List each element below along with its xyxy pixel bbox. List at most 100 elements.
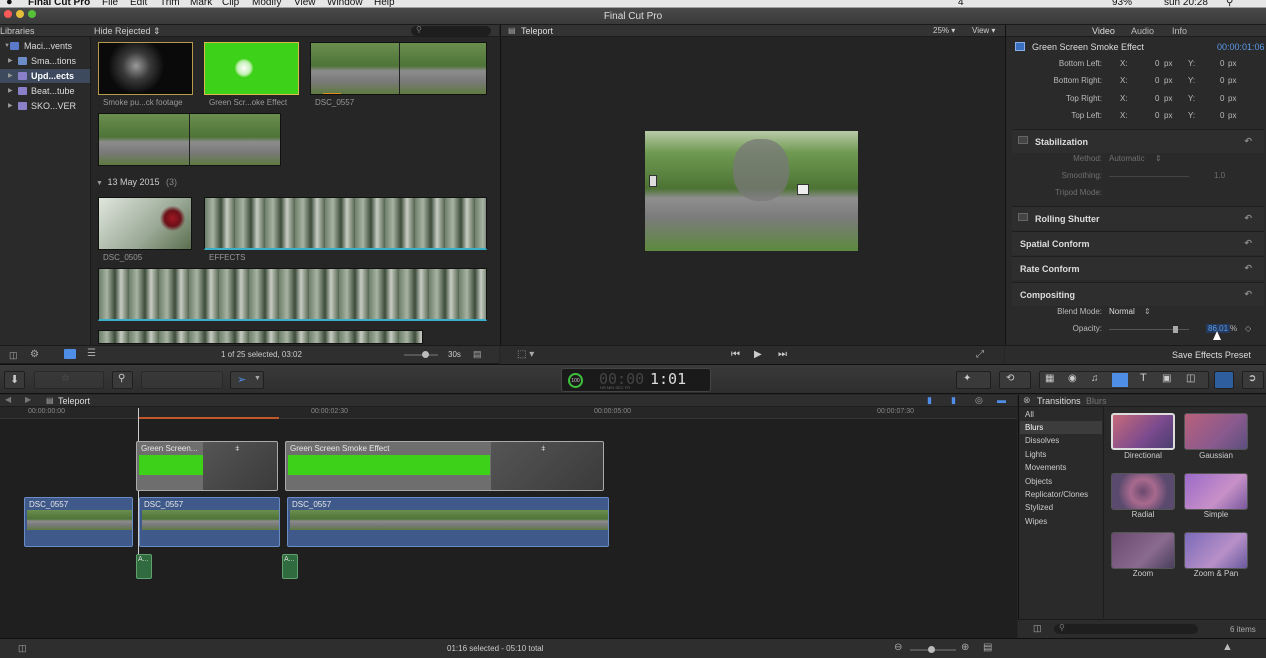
menu-window[interactable]: Window xyxy=(327,0,363,7)
sidebar-toggle-icon[interactable]: ◫ xyxy=(9,350,18,361)
transform-icon[interactable]: ⬚ ▾ xyxy=(517,349,534,360)
tab-info[interactable]: Info xyxy=(1172,26,1187,36)
view-popup[interactable]: View ▾ xyxy=(972,26,995,35)
duration-label[interactable]: 30s xyxy=(448,350,461,359)
filmstrip-settings-icon[interactable]: ▤ xyxy=(473,349,482,360)
menu-help[interactable]: Help xyxy=(374,0,395,7)
blend-mode-value[interactable]: Normal xyxy=(1109,307,1135,316)
clip-skimming-icon[interactable]: ▮ xyxy=(927,395,932,406)
event-item-selected[interactable]: ▶ Upd...ects xyxy=(0,69,90,83)
date-group-header[interactable]: ▼ 13 May 2015 (3) xyxy=(96,177,177,187)
category-movements[interactable]: Movements xyxy=(1020,461,1102,474)
inspector-toggle-button[interactable] xyxy=(1214,371,1234,389)
category-dissolves[interactable]: Dissolves xyxy=(1020,434,1102,447)
category-lights[interactable]: Lights xyxy=(1020,448,1102,461)
transition-zoom-pan[interactable] xyxy=(1184,532,1248,569)
menu-modify[interactable]: Modify xyxy=(252,0,281,7)
transition-gaussian[interactable] xyxy=(1184,413,1248,450)
smoothing-slider[interactable] xyxy=(1109,176,1189,177)
disclosure-triangle-icon[interactable]: ▼ xyxy=(96,180,103,187)
clip-thumbnail[interactable] xyxy=(98,268,487,321)
zoom-out-icon[interactable]: ⊖ xyxy=(894,642,902,653)
audio-clip[interactable]: A... xyxy=(282,554,298,579)
gear-icon[interactable]: ⚙ xyxy=(30,349,39,360)
browser-search-field[interactable]: ⚲ xyxy=(411,25,491,36)
transition-radial[interactable] xyxy=(1111,473,1175,510)
menu-mark[interactable]: Mark xyxy=(190,0,212,7)
disclosure-triangle-icon[interactable]: ▶ xyxy=(8,54,13,68)
transition-simple[interactable] xyxy=(1184,473,1248,510)
y-value[interactable]: 0 xyxy=(1220,59,1224,68)
clip-thumbnail[interactable] xyxy=(98,330,423,344)
x-value[interactable]: 0 xyxy=(1155,111,1159,120)
clip-thumbnail[interactable] xyxy=(204,197,487,250)
reset-icon[interactable]: ↶ xyxy=(1244,263,1252,274)
zoom-popup[interactable]: 25% ▾ xyxy=(933,26,955,35)
transition-directional[interactable] xyxy=(1111,413,1175,450)
filmstrip-view-icon[interactable] xyxy=(64,349,76,359)
connected-clip[interactable]: Green Screen Smoke Effect ⧧ xyxy=(285,441,604,491)
media-browser-buttons[interactable]: ▦ ◉ ♫ T ▣ ◫ xyxy=(1039,371,1209,389)
menu-file[interactable]: File xyxy=(102,0,118,7)
clock[interactable]: sun 20:28 xyxy=(1164,0,1208,7)
clip-thumbnail[interactable] xyxy=(98,197,192,250)
zoom-in-icon[interactable]: ⊕ xyxy=(961,642,969,653)
disclosure-triangle-icon[interactable]: ▶ xyxy=(8,84,13,98)
slider-knob[interactable] xyxy=(928,646,935,653)
back-arrow-icon[interactable]: ◀ xyxy=(5,395,11,404)
transitions-search-field[interactable]: ⚲ xyxy=(1054,623,1198,634)
rate-conform-section[interactable]: Rate Conform ↶ xyxy=(1012,256,1264,280)
category-replicator-clones[interactable]: Replicator/Clones xyxy=(1020,488,1102,501)
sidebar-toggle-icon[interactable]: ◫ xyxy=(1033,623,1042,634)
viewer-frame[interactable] xyxy=(645,131,858,251)
enable-checkbox[interactable] xyxy=(1018,213,1028,221)
clip-thumbnail[interactable] xyxy=(204,42,299,95)
x-value[interactable]: 0 xyxy=(1155,59,1159,68)
rating-buttons[interactable]: ☆ xyxy=(34,371,104,389)
save-effects-preset-button[interactable]: Save Effects Preset xyxy=(1172,350,1251,360)
keyframe-icon[interactable]: ◇ xyxy=(1245,324,1251,333)
rolling-shutter-section[interactable]: Rolling Shutter ↶ xyxy=(1012,206,1264,230)
transition-block[interactable]: ⧧ xyxy=(203,442,277,490)
dashboard-timecode[interactable]: 100 00:00 1:01 HR MIN SEC FR xyxy=(561,368,711,392)
slider-knob[interactable] xyxy=(1173,326,1178,333)
spatial-conform-section[interactable]: Spatial Conform ↶ xyxy=(1012,231,1264,255)
category-all[interactable]: All xyxy=(1020,408,1102,421)
enable-checkbox[interactable] xyxy=(1018,136,1028,144)
next-frame-icon[interactable]: ⏭ xyxy=(778,349,787,360)
battery-percent[interactable]: 93% xyxy=(1112,0,1132,7)
select-tool-button[interactable]: ➢ ▼ xyxy=(230,371,264,389)
transition-zoom[interactable] xyxy=(1111,532,1175,569)
slider-knob[interactable] xyxy=(422,351,429,358)
reset-icon[interactable]: ↶ xyxy=(1244,238,1252,249)
import-button[interactable]: ⬇ xyxy=(4,371,25,389)
category-stylized[interactable]: Stylized xyxy=(1020,501,1102,514)
snapping-icon[interactable]: ▬ xyxy=(997,395,1006,405)
edit-buttons[interactable] xyxy=(141,371,223,389)
primary-clip[interactable]: DSC_0557 xyxy=(139,497,280,547)
opacity-slider[interactable] xyxy=(1109,326,1189,333)
audio-skimming-icon[interactable]: ▮ xyxy=(951,395,956,406)
enhancements-button[interactable]: ✦ xyxy=(956,371,991,389)
fullscreen-icon[interactable]: ⤢ xyxy=(976,349,984,360)
method-value[interactable]: Automatic xyxy=(1109,154,1145,163)
reset-icon[interactable]: ↶ xyxy=(1244,213,1252,224)
keyword-button[interactable]: ⚲ xyxy=(112,371,133,389)
share-button[interactable]: ➲ xyxy=(1242,371,1264,389)
event-item[interactable]: ▶ SKO...VER xyxy=(0,99,90,113)
disclosure-triangle-icon[interactable]: ▶ xyxy=(8,99,13,113)
category-blurs[interactable]: Blurs xyxy=(1020,421,1102,434)
clip-thumbnail[interactable] xyxy=(98,42,193,95)
tab-audio[interactable]: Audio xyxy=(1131,26,1154,36)
primary-clip[interactable]: DSC_0557 xyxy=(287,497,609,547)
primary-clip[interactable]: DSC_0557 xyxy=(24,497,133,547)
previous-frame-icon[interactable]: ⏮ xyxy=(731,349,740,360)
play-icon[interactable]: ▶ xyxy=(754,349,762,360)
y-value[interactable]: 0 xyxy=(1220,111,1224,120)
filter-popup[interactable]: Hide Rejected ⇕ xyxy=(94,26,161,37)
connected-clip[interactable]: Green Screen... ⧧ xyxy=(136,441,278,491)
apple-icon[interactable]: ● xyxy=(6,0,13,7)
list-view-icon[interactable]: ☰ xyxy=(87,348,96,359)
category-objects[interactable]: Objects xyxy=(1020,475,1102,488)
y-value[interactable]: 0 xyxy=(1220,94,1224,103)
